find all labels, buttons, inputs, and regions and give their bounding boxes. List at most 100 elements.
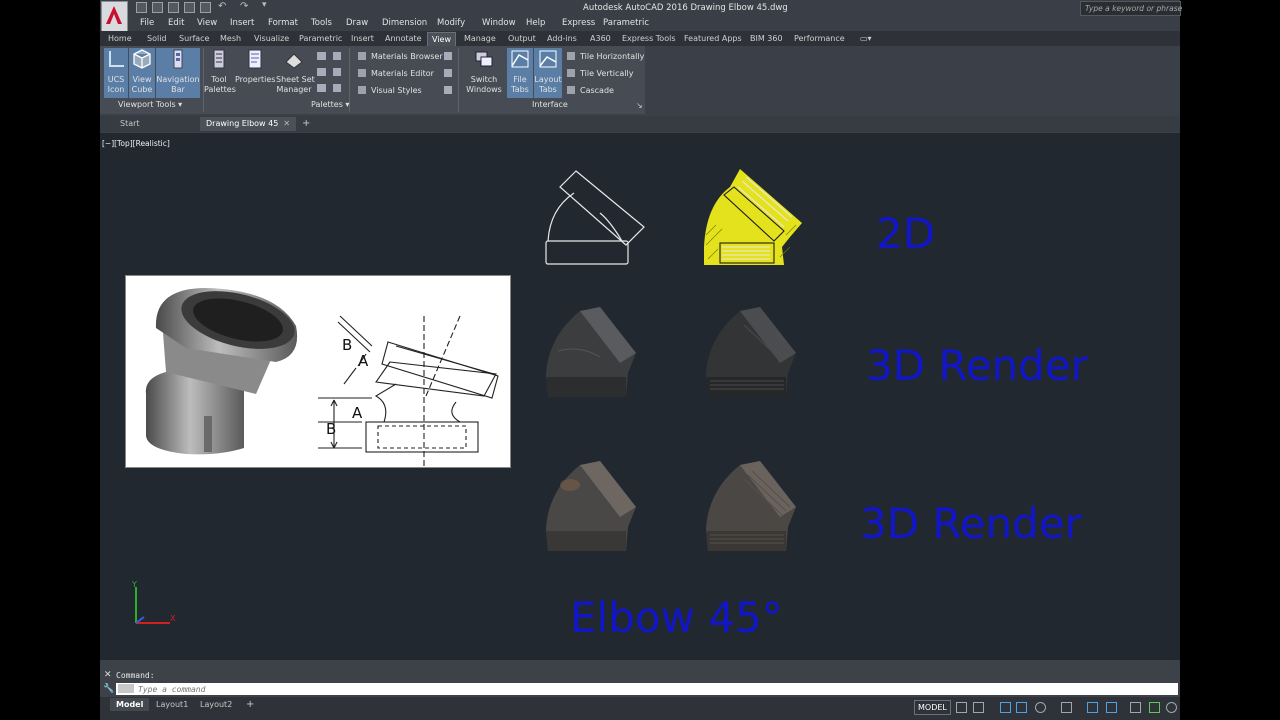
tile-vertically-button[interactable]: Tile Vertically xyxy=(567,69,633,78)
model-space-button[interactable]: MODEL xyxy=(914,700,951,715)
layout-tabs-button[interactable]: Layout Tabs xyxy=(534,48,562,98)
ribbon-tab-mesh[interactable]: Mesh xyxy=(220,34,241,43)
layout-tab-model[interactable]: Model xyxy=(110,698,150,711)
file-tabs-button[interactable]: File Tabs xyxy=(507,48,533,98)
document-tab-bar: Start Drawing Elbow 45 ✕ + xyxy=(100,116,1180,132)
ribbon-tab-surface[interactable]: Surface xyxy=(179,34,209,43)
palette-small-icon[interactable] xyxy=(444,69,452,77)
object-snap-icon[interactable] xyxy=(1087,702,1098,713)
ribbon-minimize-icon[interactable]: ▭▾ xyxy=(860,34,872,43)
print-icon[interactable] xyxy=(200,2,211,13)
ribbon-tab-a360[interactable]: A360 xyxy=(590,34,611,43)
menu-tools[interactable]: Tools xyxy=(311,18,332,28)
menu-file[interactable]: File xyxy=(140,18,154,28)
isometric-drafting-icon[interactable] xyxy=(1061,702,1072,713)
recent-commands-icon[interactable] xyxy=(118,684,134,693)
viewport-tools-title[interactable]: Viewport Tools ▾ xyxy=(118,100,182,109)
ribbon-tab-annotate[interactable]: Annotate xyxy=(385,34,422,43)
save-as-icon[interactable] xyxy=(184,2,195,13)
palette-small-icon[interactable] xyxy=(444,86,452,94)
menu-view[interactable]: View xyxy=(197,18,217,28)
new-tab-button[interactable]: + xyxy=(296,117,316,131)
palette-small-icon[interactable] xyxy=(333,84,341,92)
snap-icon[interactable] xyxy=(973,702,984,713)
menu-express[interactable]: Express xyxy=(562,18,595,28)
palette-small-icon[interactable] xyxy=(317,68,326,76)
sheet-set-manager-button[interactable]: Sheet Set Manager xyxy=(276,48,315,98)
close-tab-icon[interactable]: ✕ xyxy=(283,119,290,128)
ribbon-tab-featured-apps[interactable]: Featured Apps xyxy=(684,34,742,43)
save-icon[interactable] xyxy=(168,2,179,13)
reference-image: A B A B xyxy=(125,275,511,468)
dynamic-input-icon[interactable] xyxy=(1016,702,1027,713)
palette-small-icon[interactable] xyxy=(317,52,326,60)
palette-small-icon[interactable] xyxy=(444,52,452,60)
label-3d-render: 3D Render xyxy=(866,341,1088,390)
cascade-button[interactable]: Cascade xyxy=(567,86,614,95)
customize-icon[interactable]: 🔧 xyxy=(103,684,114,694)
properties-label: Properties xyxy=(235,75,276,84)
materials-editor-button[interactable]: Materials Editor xyxy=(358,69,434,78)
drawing-canvas[interactable]: [−][Top][Realistic] A B A B 2D 3D Render… xyxy=(100,133,1180,660)
ribbon-tab-manage[interactable]: Manage xyxy=(464,34,496,43)
customization-icon[interactable] xyxy=(1166,702,1177,713)
ribbon-tab-parametric[interactable]: Parametric xyxy=(299,34,342,43)
tab-start[interactable]: Start xyxy=(114,117,146,131)
palette-small-icon[interactable] xyxy=(317,84,326,92)
layout-tab-layout1[interactable]: Layout1 xyxy=(150,698,194,711)
ribbon-tab-view[interactable]: View xyxy=(427,32,456,46)
menu-modify[interactable]: Modify xyxy=(437,18,465,28)
ribbon-tab-home[interactable]: Home xyxy=(108,34,132,43)
ribbon-tab-insert[interactable]: Insert xyxy=(351,34,374,43)
panel-launcher-icon[interactable]: ↘ xyxy=(636,101,643,110)
tile-horizontally-button[interactable]: Tile Horizontally xyxy=(567,52,644,61)
command-input-field[interactable] xyxy=(116,683,1178,695)
tool-palettes-button[interactable]: Tool Palettes xyxy=(204,48,236,98)
palette-small-icon[interactable] xyxy=(333,52,341,60)
switch-windows-button[interactable]: Switch Windows xyxy=(464,48,504,98)
palette-small-icon[interactable] xyxy=(333,68,341,76)
menu-dimension[interactable]: Dimension xyxy=(382,18,427,28)
materials-browser-button[interactable]: Materials Browser xyxy=(358,52,443,61)
menu-draw[interactable]: Draw xyxy=(346,18,368,28)
ribbon-tab-solid[interactable]: Solid xyxy=(147,34,167,43)
menu-window[interactable]: Window xyxy=(482,18,516,28)
ribbon-tab-add-ins[interactable]: Add-ins xyxy=(547,34,577,43)
isolate-objects-icon[interactable] xyxy=(1149,702,1160,713)
properties-button[interactable]: Properties xyxy=(235,48,275,98)
annotation-scale-icon[interactable] xyxy=(1106,702,1117,713)
menu-edit[interactable]: Edit xyxy=(168,18,184,28)
menu-help[interactable]: Help xyxy=(526,18,545,28)
visual-styles-button[interactable]: Visual Styles xyxy=(358,86,422,95)
menu-format[interactable]: Format xyxy=(268,18,298,28)
grid-icon[interactable] xyxy=(956,702,967,713)
ribbon-tab-performance[interactable]: Performance xyxy=(794,34,845,43)
ribbon-tab-output[interactable]: Output xyxy=(508,34,536,43)
open-icon[interactable] xyxy=(152,2,163,13)
command-input[interactable] xyxy=(138,683,1038,695)
view-cube-button[interactable]: View Cube xyxy=(129,48,155,98)
palettes-title[interactable]: Palettes ▾ xyxy=(311,100,349,109)
add-layout-button[interactable]: + xyxy=(240,698,260,711)
close-command-line-icon[interactable]: ✕ xyxy=(104,670,112,680)
menu-parametric[interactable]: Parametric xyxy=(603,18,649,28)
navigation-bar-button[interactable]: Navigation Bar xyxy=(156,48,200,98)
menu-insert[interactable]: Insert xyxy=(230,18,254,28)
help-search-box[interactable]: Type a keyword or phrase xyxy=(1080,1,1182,16)
viewport-controls[interactable]: [−][Top][Realistic] xyxy=(102,139,170,148)
layout-tab-layout2[interactable]: Layout2 xyxy=(194,698,238,711)
new-icon[interactable] xyxy=(136,2,147,13)
qat-dropdown-icon[interactable]: ▾ xyxy=(262,0,267,10)
ribbon-tab-visualize[interactable]: Visualize xyxy=(254,34,289,43)
label-3d-render: 3D Render xyxy=(860,499,1082,548)
ribbon-tab-express-tools[interactable]: Express Tools xyxy=(622,34,676,43)
polar-tracking-icon[interactable] xyxy=(1035,702,1046,713)
undo-icon[interactable]: ↶ xyxy=(218,1,226,12)
workspace-switching-icon[interactable] xyxy=(1130,702,1141,713)
redo-icon[interactable]: ↷ xyxy=(240,1,248,12)
application-menu-button[interactable] xyxy=(101,1,128,32)
ucs-icon-button[interactable]: UCS Icon xyxy=(104,48,128,98)
tab-drawing-elbow-45[interactable]: Drawing Elbow 45 ✕ xyxy=(200,117,297,131)
ribbon-tab-bim-360[interactable]: BIM 360 xyxy=(750,34,783,43)
infer-constraints-icon[interactable] xyxy=(1000,702,1011,713)
